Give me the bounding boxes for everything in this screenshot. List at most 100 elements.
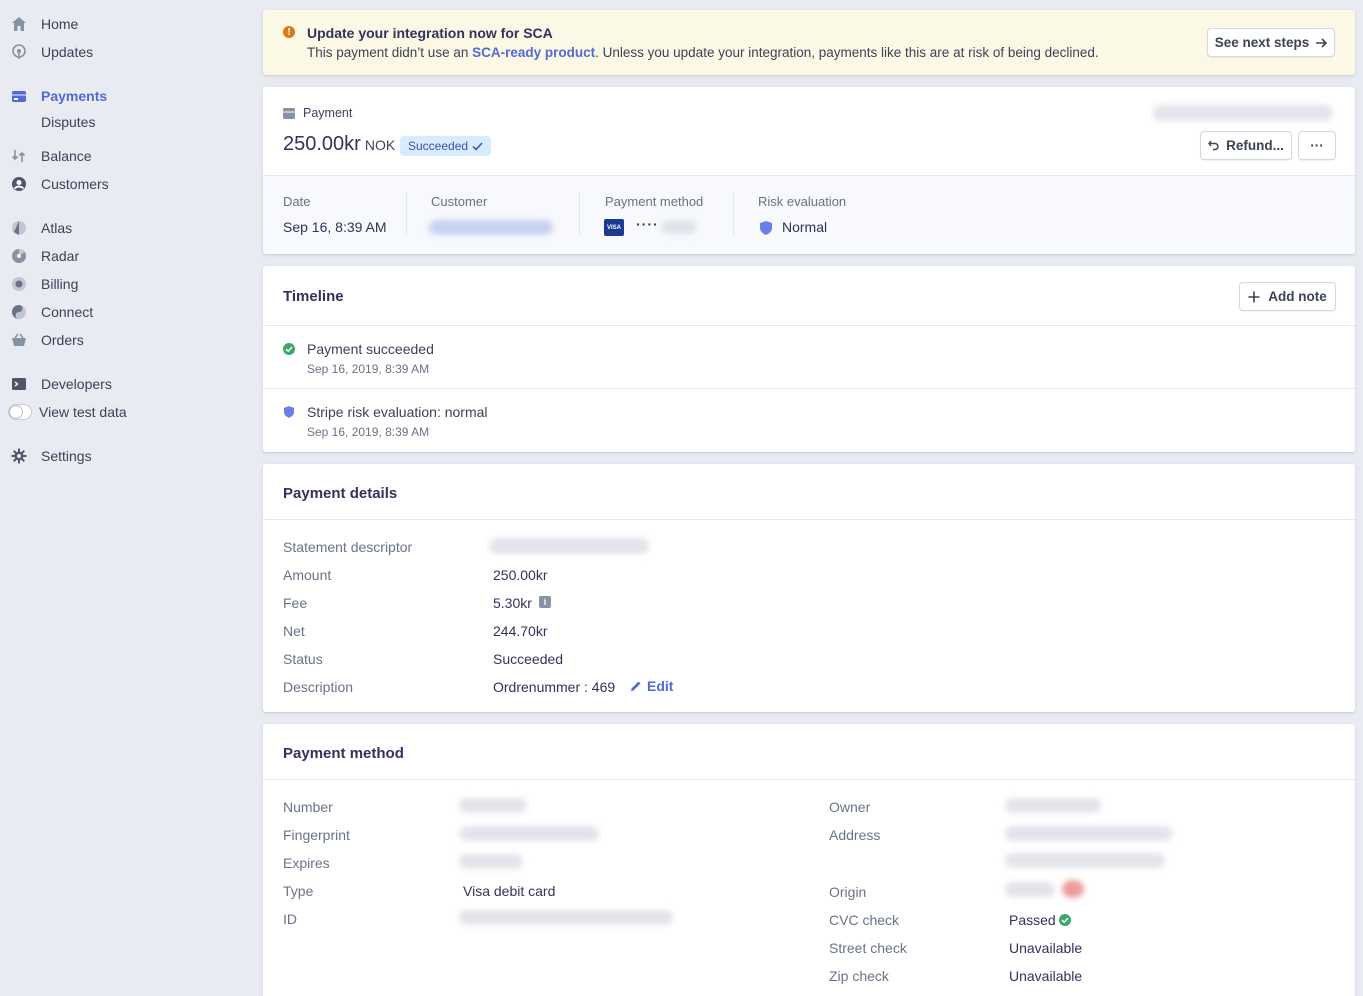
detail-label: Description [283, 679, 354, 695]
detail-value: 250.00kr [493, 567, 548, 583]
redacted-expiry [459, 854, 523, 869]
sidebar-item-label: Updates [41, 44, 94, 60]
date-value: Sep 16, 8:39 AM [283, 219, 387, 235]
banner-text: This payment didn’t use an SCA-ready pro… [307, 45, 1099, 60]
ellipsis-icon: ··· [1310, 138, 1324, 153]
redacted-statement-descriptor [489, 538, 649, 554]
success-check-icon [1059, 913, 1071, 929]
sidebar-item-payments[interactable]: Payments [10, 84, 107, 108]
customer-label: Customer [431, 194, 488, 209]
sidebar-item-label: Orders [41, 332, 84, 348]
banner-title: Update your integration now for SCA [307, 25, 553, 41]
card-dots: ···· [636, 216, 659, 232]
amount-value: 250.00kr [283, 133, 361, 155]
method-label: Street check [829, 940, 907, 956]
more-actions-button[interactable]: ··· [1298, 131, 1336, 160]
user-icon [10, 175, 28, 193]
method-label: Owner [829, 799, 871, 815]
divider [263, 519, 1355, 520]
method-label: Fingerprint [283, 827, 350, 843]
toggle-switch[interactable] [8, 404, 32, 420]
warning-icon: ! [283, 26, 295, 38]
plus-icon [1248, 291, 1260, 303]
redacted-card-last4 [661, 220, 697, 234]
redacted-origin [1005, 882, 1055, 897]
payment-details-title: Payment details [283, 485, 398, 502]
timeline-item-date: Sep 16, 2019, 8:39 AM [307, 425, 430, 439]
detail-label: Fee [283, 595, 308, 611]
success-check-icon [283, 342, 295, 358]
sidebar-item-label: Customers [41, 176, 109, 192]
redacted-fingerprint [459, 826, 599, 841]
sidebar-item-balance[interactable]: Balance [10, 144, 92, 168]
terminal-icon [10, 375, 28, 393]
method-label: Expires [283, 855, 330, 871]
shield-icon [760, 221, 772, 238]
button-label: See next steps [1214, 35, 1310, 50]
timeline-item-title: Payment succeeded [307, 341, 434, 357]
sidebar-item-label: Atlas [41, 220, 73, 236]
redacted-flag-icon [1062, 880, 1084, 898]
refund-button[interactable]: Refund... [1200, 131, 1292, 160]
payment-method-card: Payment method Number Fingerprint Expire… [263, 724, 1355, 996]
method-label: Type [283, 883, 314, 899]
sidebar-item-connect[interactable]: Connect [10, 300, 93, 324]
sidebar-item-customers[interactable]: Customers [10, 172, 109, 196]
method-value: Visa debit card [463, 883, 556, 899]
undo-icon [1208, 140, 1219, 151]
sidebar-item-disputes[interactable]: Disputes [10, 110, 95, 134]
status-text: Succeeded [408, 139, 469, 153]
detail-label: Amount [283, 567, 332, 583]
method-value: Unavailable [1009, 940, 1083, 956]
sidebar-item-orders[interactable]: Orders [10, 328, 84, 352]
detail-value: 244.70kr [493, 623, 548, 639]
method-label: ID [283, 911, 297, 927]
risk-evaluation-label: Risk evaluation [758, 194, 847, 209]
see-next-steps-button[interactable]: See next steps [1207, 28, 1335, 57]
home-icon [10, 15, 28, 33]
date-label: Date [283, 194, 311, 209]
sidebar-item-label: Connect [41, 304, 94, 320]
redacted-customer-link[interactable] [429, 220, 553, 235]
payments-icon [10, 87, 28, 105]
detail-label: Net [283, 623, 305, 639]
sidebar: Home Updates Payments Disputes Balance C… [0, 0, 250, 996]
redacted-card-number [459, 798, 527, 813]
redacted-payment-id [1153, 105, 1333, 121]
timeline-item-title: Stripe risk evaluation: normal [307, 404, 488, 420]
sidebar-item-label: Disputes [41, 114, 96, 130]
add-note-button[interactable]: Add note [1239, 282, 1336, 311]
connect-icon [10, 303, 28, 321]
detail-value: Ordrenummer : 469 [493, 679, 616, 695]
sidebar-item-home[interactable]: Home [10, 12, 78, 36]
sidebar-item-developers[interactable]: Developers [10, 372, 112, 396]
redacted-owner [1005, 798, 1101, 813]
basket-icon [10, 331, 28, 349]
sidebar-item-updates[interactable]: Updates [10, 40, 93, 64]
view-test-data-toggle[interactable]: View test data [8, 400, 127, 424]
timeline-card: Timeline Add note Payment succeeded Sep … [263, 266, 1355, 452]
sidebar-item-settings[interactable]: Settings [10, 444, 92, 468]
payment-details-card: Payment details Statement descriptor Amo… [263, 464, 1355, 712]
sidebar-item-atlas[interactable]: Atlas [10, 216, 72, 240]
banner-text-before: This payment didn’t use an [307, 45, 473, 60]
sidebar-item-radar[interactable]: Radar [10, 244, 79, 268]
detail-value: Succeeded [493, 651, 564, 667]
risk-evaluation-value: Normal [782, 219, 828, 235]
sidebar-item-label: Radar [41, 248, 80, 264]
redacted-address-line1 [1005, 826, 1173, 841]
payment-icon [283, 106, 295, 122]
divider [733, 192, 734, 236]
method-label: Number [283, 799, 333, 815]
atlas-icon [10, 219, 28, 237]
billing-icon [10, 275, 28, 293]
arrows-icon [10, 147, 28, 165]
timeline-item-date: Sep 16, 2019, 8:39 AM [307, 362, 430, 376]
payment-method-label: Payment method [605, 194, 704, 209]
sca-ready-link[interactable]: SCA-ready product [472, 45, 595, 60]
edit-description-link[interactable]: Edit [630, 678, 673, 694]
sidebar-item-label: Home [41, 16, 79, 32]
sidebar-item-billing[interactable]: Billing [10, 272, 78, 296]
method-label: Address [829, 827, 881, 843]
info-icon[interactable]: i [539, 596, 551, 608]
